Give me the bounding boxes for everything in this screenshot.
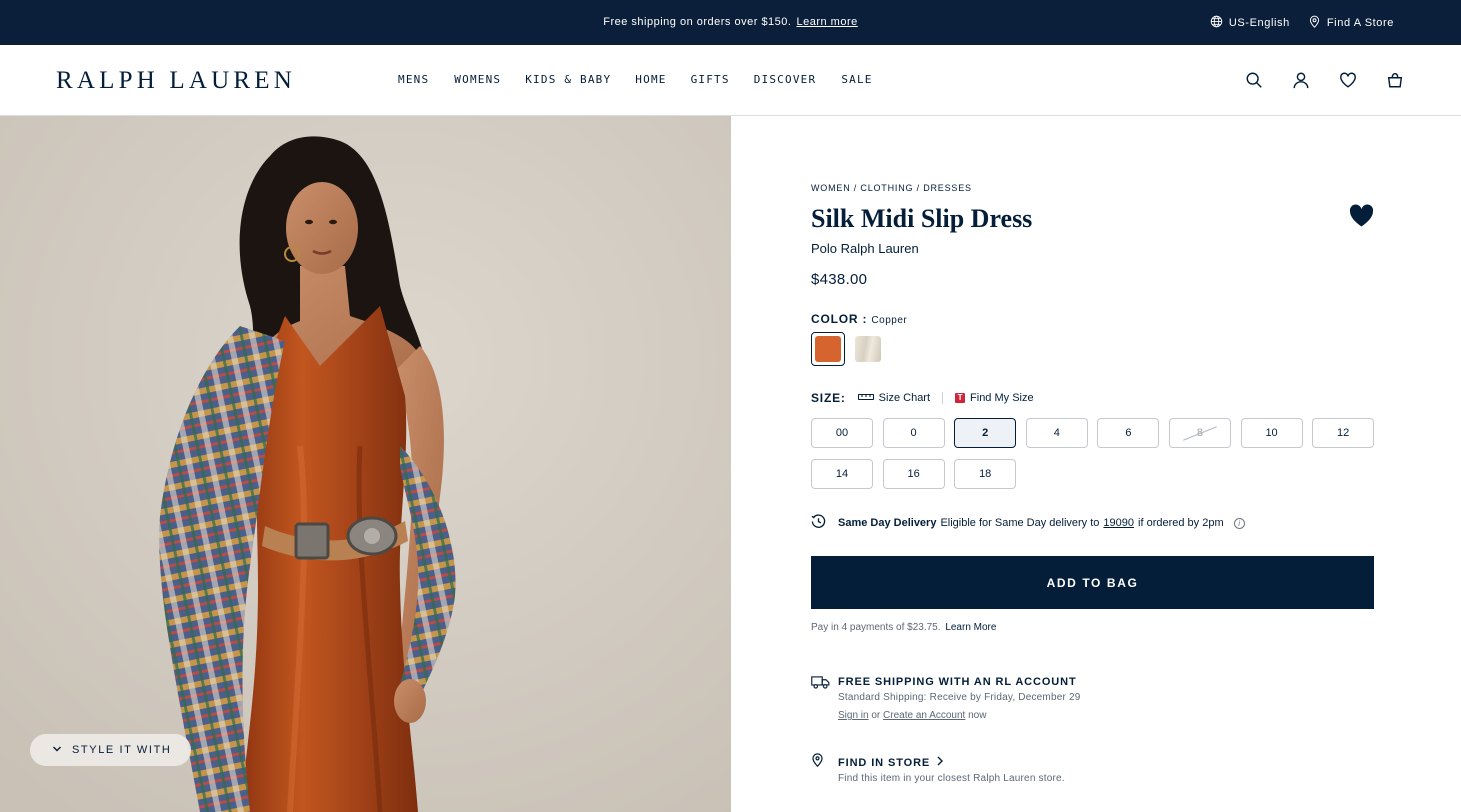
size-chart-label: Size Chart bbox=[878, 392, 931, 404]
model-photo bbox=[0, 116, 731, 812]
true-fit-icon: T bbox=[955, 393, 966, 403]
installments-text: Pay in 4 payments of $23.75. bbox=[811, 622, 941, 633]
size-option-selected[interactable]: 2 bbox=[954, 418, 1017, 448]
find-my-size-label: Find My Size bbox=[970, 392, 1034, 404]
size-option[interactable]: 14 bbox=[811, 459, 873, 489]
header-actions bbox=[1244, 70, 1405, 90]
nav-home[interactable]: HOME bbox=[635, 73, 666, 86]
size-chart-link[interactable]: Size Chart bbox=[857, 392, 931, 405]
globe-icon bbox=[1210, 15, 1223, 31]
shipping-estimate: Standard Shipping: Receive by Friday, De… bbox=[838, 692, 1081, 703]
size-option[interactable]: 6 bbox=[1097, 418, 1160, 448]
find-in-store-link[interactable]: FIND IN STORE bbox=[838, 756, 944, 769]
find-in-store-label: FIND IN STORE bbox=[838, 756, 931, 769]
installments-note: Pay in 4 payments of $23.75. Learn More bbox=[811, 622, 996, 633]
clock-icon bbox=[811, 514, 838, 532]
chevron-right-icon bbox=[936, 756, 944, 769]
color-label: COLOR : Copper bbox=[811, 312, 907, 326]
breadcrumb[interactable]: WOMEN / CLOTHING / DRESSES bbox=[811, 183, 972, 193]
account-icon[interactable] bbox=[1291, 70, 1311, 90]
product-title: Silk Midi Slip Dress bbox=[811, 204, 1033, 233]
style-it-with-button[interactable]: STYLE IT WITH bbox=[30, 734, 192, 766]
or-text: or bbox=[871, 710, 881, 721]
size-option[interactable]: 10 bbox=[1240, 418, 1303, 448]
add-to-bag-button[interactable]: ADD TO BAG bbox=[811, 556, 1374, 609]
find-store-label: Find A Store bbox=[1326, 17, 1394, 29]
color-label-text: COLOR : bbox=[811, 312, 868, 326]
nav-discover[interactable]: DISCOVER bbox=[754, 73, 817, 86]
chevron-down-icon bbox=[52, 744, 62, 757]
info-icon[interactable]: i bbox=[1233, 517, 1245, 529]
size-label: SIZE: bbox=[811, 391, 846, 405]
size-header: SIZE: Size Chart T Find My Size bbox=[811, 391, 1034, 405]
find-store-link[interactable]: Find A Store bbox=[1308, 15, 1394, 31]
find-in-store-description: Find this item in your closest Ralph Lau… bbox=[838, 773, 1065, 784]
ralph-lauren-logo[interactable]: RALPH LAUREN bbox=[56, 67, 296, 95]
account-links: Sign in or Create an Account now bbox=[838, 710, 986, 721]
shipping-title: FREE SHIPPING WITH AN RL ACCOUNT bbox=[838, 676, 1077, 688]
search-icon[interactable] bbox=[1244, 70, 1264, 90]
product-brand: Polo Ralph Lauren bbox=[811, 241, 919, 256]
nav-sale[interactable]: SALE bbox=[841, 73, 872, 86]
utility-links: US-English Find A Store bbox=[1210, 15, 1394, 31]
size-option[interactable]: 16 bbox=[882, 459, 945, 489]
swatch-copper[interactable] bbox=[811, 332, 845, 366]
swatch-cream[interactable] bbox=[851, 332, 885, 366]
promo-text: Free shipping on orders over $150. bbox=[603, 16, 792, 28]
delivery-text: Eligible for Same Day delivery to bbox=[940, 517, 1100, 529]
nav-womens[interactable]: WOMENS bbox=[454, 73, 501, 86]
locale-label: US-English bbox=[1228, 17, 1290, 29]
delivery-zip-link[interactable]: 19090 bbox=[1103, 517, 1134, 529]
site-header: RALPH LAUREN MENS WOMENS KIDS & BABY HOM… bbox=[0, 45, 1461, 116]
product-price: $438.00 bbox=[811, 271, 868, 288]
shopping-bag-icon[interactable] bbox=[1385, 70, 1405, 90]
location-pin-icon bbox=[812, 753, 823, 768]
size-option[interactable]: 18 bbox=[954, 459, 1017, 489]
create-account-link[interactable]: Create an Account bbox=[883, 710, 965, 721]
color-value: Copper bbox=[871, 315, 908, 326]
wishlist-icon[interactable] bbox=[1338, 70, 1358, 90]
style-it-with-label: STYLE IT WITH bbox=[72, 744, 172, 756]
promo-bar: Free shipping on orders over $150. Learn … bbox=[0, 0, 1461, 45]
size-option[interactable]: 00 bbox=[811, 418, 873, 448]
size-option[interactable]: 4 bbox=[1025, 418, 1088, 448]
nav-kids-baby[interactable]: KIDS & BABY bbox=[525, 73, 611, 86]
size-option-unavailable[interactable]: 8 bbox=[1168, 418, 1231, 448]
sign-in-link[interactable]: Sign in bbox=[838, 710, 869, 721]
size-grid: 00 0 2 4 6 8 10 12 14 16 18 bbox=[811, 418, 1377, 489]
color-swatches bbox=[811, 332, 885, 366]
size-option[interactable]: 12 bbox=[1312, 418, 1375, 448]
promo-learn-more-link[interactable]: Learn more bbox=[796, 16, 857, 28]
same-day-delivery: Same Day Delivery Eligible for Same Day … bbox=[811, 514, 1245, 532]
locale-selector[interactable]: US-English bbox=[1210, 15, 1290, 31]
divider bbox=[942, 392, 944, 404]
size-option[interactable]: 0 bbox=[882, 418, 945, 448]
delivery-cutoff: if ordered by 2pm bbox=[1138, 517, 1224, 529]
installments-learn-more-link[interactable]: Learn More bbox=[945, 622, 996, 633]
find-my-size-link[interactable]: T Find My Size bbox=[955, 392, 1034, 404]
now-text: now bbox=[968, 710, 987, 721]
delivery-truck-icon bbox=[811, 675, 830, 690]
product-image[interactable]: STYLE IT WITH bbox=[0, 116, 731, 812]
ruler-icon bbox=[857, 392, 874, 405]
delivery-title: Same Day Delivery bbox=[838, 517, 937, 529]
location-pin-icon bbox=[1308, 15, 1321, 31]
nav-gifts[interactable]: GIFTS bbox=[691, 73, 730, 86]
main-nav: MENS WOMENS KIDS & BABY HOME GIFTS DISCO… bbox=[398, 73, 873, 86]
wishlist-heart-icon[interactable] bbox=[1349, 204, 1374, 228]
nav-mens[interactable]: MENS bbox=[398, 73, 429, 86]
